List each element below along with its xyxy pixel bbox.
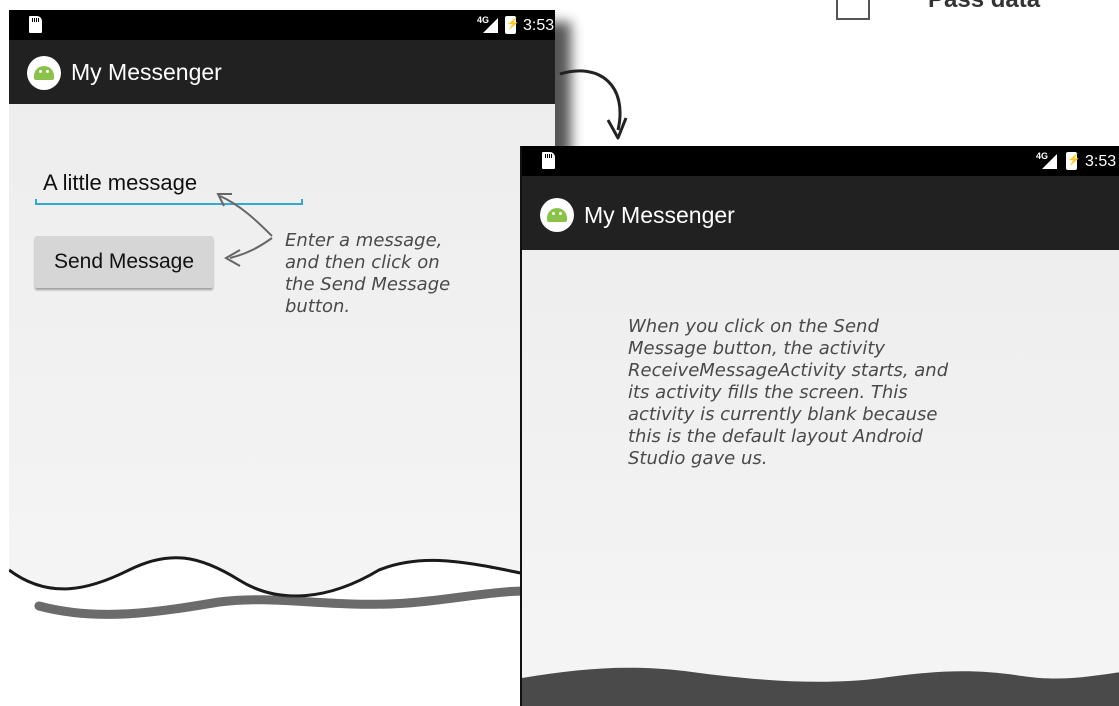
torn-edge-2: [522, 667, 1119, 706]
phone-screen-2: 4G 3:53 My Messenger When you click on t…: [520, 146, 1119, 706]
torn-edge-1: [9, 556, 560, 650]
corner-checkbox: [836, 0, 870, 20]
phone-screen-1: 4G 3:53 My Messenger Send Message Enter …: [9, 10, 571, 650]
corner-caption: Pass data: [928, 0, 1040, 14]
receive-message-activity-screen: 4G 3:53 My Messenger When you click on t…: [520, 146, 1119, 706]
